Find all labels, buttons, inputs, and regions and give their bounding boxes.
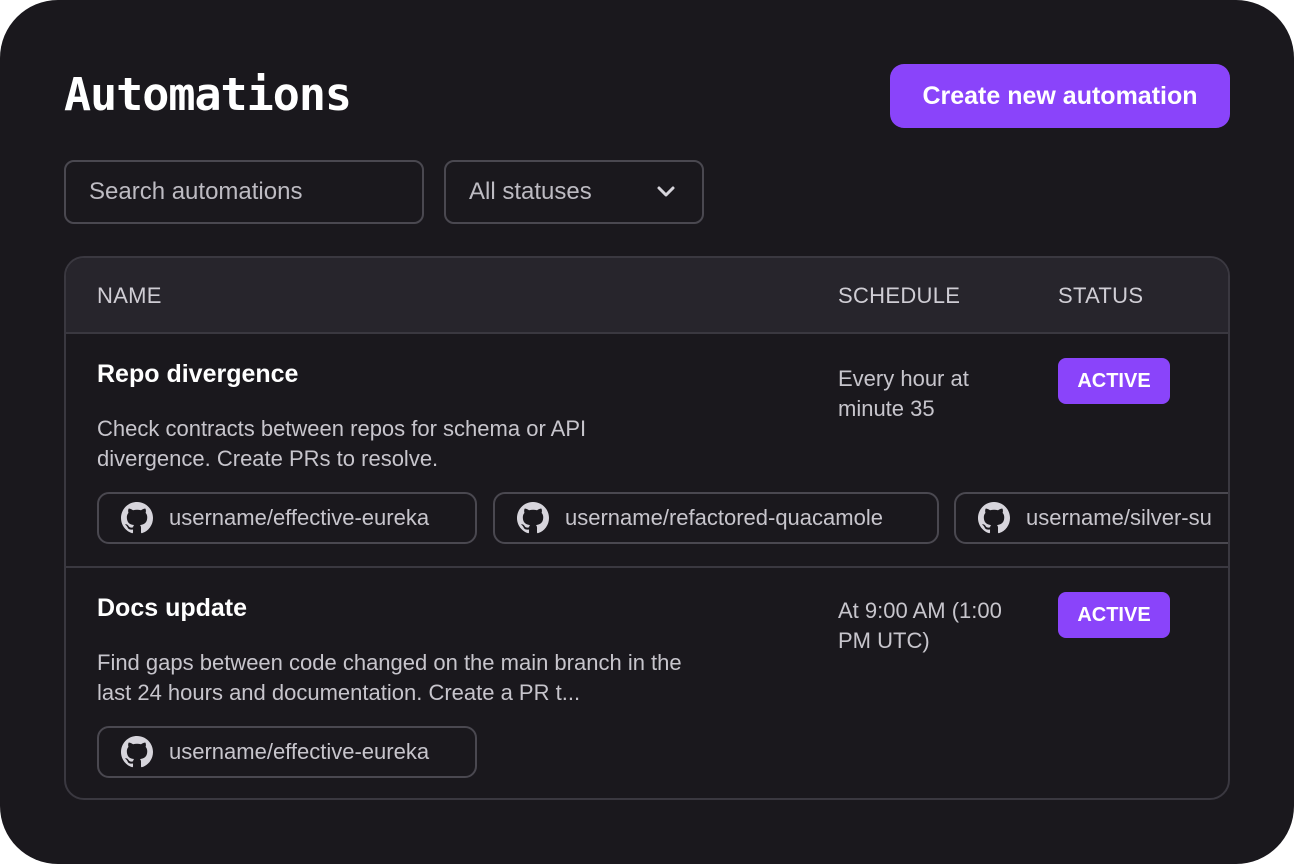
automations-table: NAME SCHEDULE STATUS Repo divergence Che… xyxy=(64,256,1230,800)
automation-schedule: At 9:00 AM (1:00 PM UTC) xyxy=(838,598,1002,653)
status-filter-value: All statuses xyxy=(469,178,592,205)
status-badge: ACTIVE xyxy=(1058,592,1170,638)
column-header-schedule[interactable]: SCHEDULE xyxy=(838,258,960,334)
table-row[interactable]: Repo divergence Check contracts between … xyxy=(66,334,1228,568)
repo-name: username/effective-eureka xyxy=(169,505,430,530)
table-header: NAME SCHEDULE STATUS xyxy=(66,258,1228,334)
create-automation-button[interactable]: Create new automation xyxy=(890,64,1230,128)
automation-description: Check contracts between repos for schema… xyxy=(97,416,587,471)
automation-description: Find gaps between code changed on the ma… xyxy=(97,650,682,705)
repo-chip[interactable]: username/refactored-quacamole xyxy=(493,492,939,544)
app-window: Automations Create new automation Search… xyxy=(0,0,1294,864)
repo-name: username/effective-eureka xyxy=(169,739,430,764)
automation-schedule: Every hour at minute 35 xyxy=(838,366,969,421)
status-filter-select[interactable]: All statuses xyxy=(444,160,704,224)
github-icon xyxy=(121,736,153,768)
repo-name: username/silver-su xyxy=(1026,505,1212,530)
github-icon xyxy=(517,502,549,534)
github-icon xyxy=(978,502,1010,534)
page-title: Automations xyxy=(64,68,352,121)
column-header-name[interactable]: NAME xyxy=(97,258,162,334)
repo-chip[interactable]: username/silver-su xyxy=(954,492,1228,544)
column-header-status[interactable]: STATUS xyxy=(1058,258,1143,334)
repo-name: username/refactored-quacamole xyxy=(565,505,883,530)
status-badge: ACTIVE xyxy=(1058,358,1170,404)
repo-chip[interactable]: username/effective-eureka xyxy=(97,726,477,778)
repo-chip[interactable]: username/effective-eureka xyxy=(97,492,477,544)
search-input[interactable]: Search automations xyxy=(64,160,424,224)
chevron-down-icon xyxy=(657,186,675,197)
automation-name[interactable]: Docs update xyxy=(97,594,247,623)
github-icon xyxy=(121,502,153,534)
table-row[interactable]: Docs update Find gaps between code chang… xyxy=(66,568,1228,798)
automation-name[interactable]: Repo divergence xyxy=(97,360,298,389)
